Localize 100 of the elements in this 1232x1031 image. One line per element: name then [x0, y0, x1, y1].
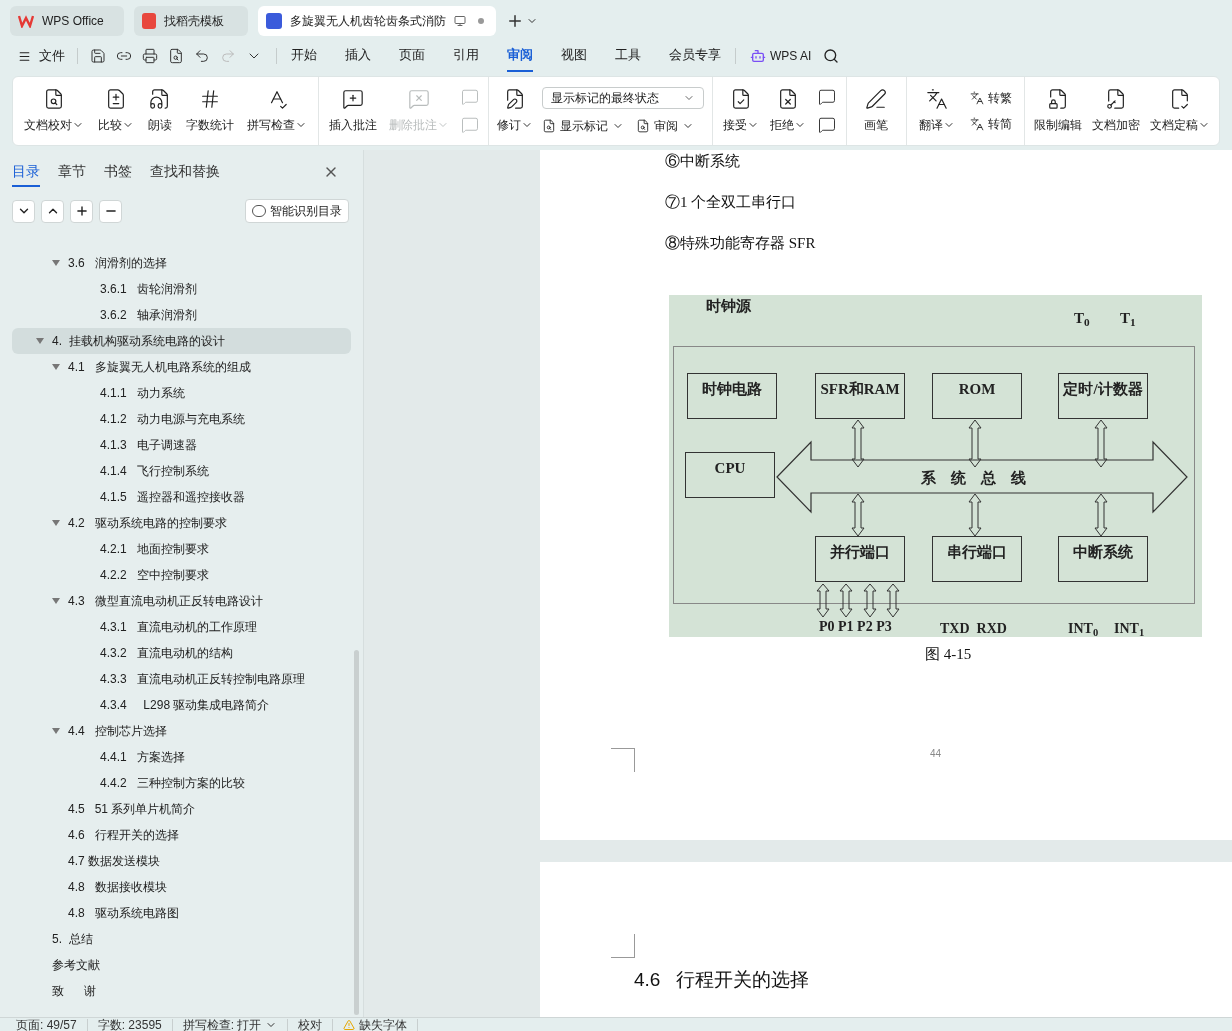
ribbon-button[interactable]: 字数统计 [185, 88, 234, 134]
toc-item[interactable]: 5. 总结 [12, 926, 351, 952]
toc-item[interactable]: 3.6.2 轴承润滑剂 [12, 302, 351, 328]
ribbon-button[interactable]: 翻译 [918, 88, 955, 134]
undo-icon[interactable] [194, 48, 210, 64]
ribbon-button[interactable]: 接受 [722, 88, 759, 134]
toc-tool-button[interactable] [12, 199, 35, 223]
status-button[interactable]: 字数: 23595 [97, 1019, 162, 1031]
ribbon-tab[interactable]: 插入 [345, 40, 371, 72]
toc-item[interactable]: 4.3.4 L298 驱动集成电路简介 [12, 692, 351, 718]
ribbon-button[interactable]: 拒绝 [770, 88, 807, 134]
toc-item[interactable]: 4. 挂载机构驱动系统电路的设计 [12, 328, 351, 354]
timer-label: T$_{0}$ [1074, 309, 1090, 330]
toc-item[interactable]: 4.8 数据接收模块 [12, 874, 351, 900]
new-tab-icon[interactable] [506, 12, 524, 30]
toc-item[interactable]: 4.2 驱动系统电路的控制要求 [12, 510, 351, 536]
toc-item[interactable]: 4.1.3 电子调速器 [12, 432, 351, 458]
ribbon-tab[interactable]: 开始 [291, 40, 317, 72]
document-tab[interactable]: WPS Office [10, 6, 124, 36]
status-button[interactable]: 校对 [298, 1019, 323, 1031]
toc-item[interactable]: 4.3.3 直流电动机正反转控制电路原理 [12, 666, 351, 692]
next-comment-icon[interactable] [818, 116, 837, 134]
toc-item[interactable]: 4.4 控制芯片选择 [12, 718, 351, 744]
toc-item[interactable]: 4.2.2 空中控制要求 [12, 562, 351, 588]
insert-comment-icon [342, 88, 365, 110]
toc-item[interactable]: 4.8 驱动系统电路图 [12, 900, 351, 926]
toc-tool-button[interactable] [99, 199, 122, 223]
ribbon-tab[interactable]: 会员专享 [669, 40, 721, 72]
tab-title: WPS Office [42, 13, 104, 30]
expanded-triangle-icon[interactable] [52, 597, 60, 605]
ribbon-button[interactable]: 画笔 [864, 88, 889, 134]
expanded-triangle-icon[interactable] [52, 363, 60, 371]
toc-item[interactable]: 4.7 数据发送模块 [12, 848, 351, 874]
ribbon-button[interactable]: 拼写检查 [247, 88, 308, 134]
toc-item[interactable]: 4.1.2 动力电源与充电系统 [12, 406, 351, 432]
ribbon-tab[interactable]: 引用 [453, 40, 479, 72]
smart-toc-button[interactable]: 智能识别目录 [245, 199, 349, 223]
toc-item[interactable]: 4.6 行程开关的选择 [12, 822, 351, 848]
ribbon-button[interactable]: 比较 [97, 88, 134, 134]
toc-item[interactable]: 4.4.2 三种控制方案的比较 [12, 770, 351, 796]
ribbon-button[interactable]: 修订 [497, 88, 534, 134]
diagram-block: 中断系统 [1058, 536, 1148, 582]
save-icon[interactable] [90, 48, 106, 64]
ribbon-button[interactable]: 朗读 [147, 88, 172, 134]
expanded-triangle-icon[interactable] [52, 259, 60, 267]
sidebar-tab[interactable]: 书签 [104, 157, 132, 187]
toc-item[interactable]: 4.5 51 系列单片机简介 [12, 796, 351, 822]
add-icon [74, 204, 89, 218]
toc-item[interactable]: 4.3.1 直流电动机的工作原理 [12, 614, 351, 640]
sidebar-tab[interactable]: 查找和替换 [150, 157, 220, 187]
toc-item[interactable]: 致 谢 [12, 978, 351, 1004]
status-button[interactable]: 缺失字体 [359, 1019, 408, 1031]
toc-item[interactable]: 参考文献 [12, 952, 351, 978]
ribbon-button[interactable]: 转简 [970, 115, 1013, 133]
ribbon-button[interactable]: 显示标记 [541, 117, 624, 135]
expanded-triangle-icon[interactable] [52, 519, 60, 527]
ribbon-button[interactable]: 插入批注 [329, 88, 378, 134]
print-preview-icon[interactable] [168, 48, 184, 64]
sidebar-tab[interactable]: 目录 [12, 157, 40, 187]
ribbon-button[interactable]: 限制编辑 [1034, 88, 1083, 134]
pen-icon [865, 88, 888, 110]
document-tab[interactable]: 找稻壳模板 [134, 6, 248, 36]
tab-title: 找稻壳模板 [164, 13, 224, 30]
file-menu[interactable]: 文件 [18, 46, 65, 66]
scrollbar[interactable] [354, 650, 359, 1015]
ribbon-tab[interactable]: 视图 [561, 40, 587, 72]
toc-item[interactable]: 4.1 多旋翼无人机电路系统的组成 [12, 354, 351, 380]
ribbon-tab[interactable]: 审阅 [507, 40, 533, 72]
document-tab[interactable]: 多旋翼无人机齿轮齿条式消防 [258, 6, 496, 36]
search-icon[interactable] [823, 48, 840, 64]
ribbon-tab[interactable]: 工具 [615, 40, 641, 72]
markup-select[interactable]: 显示标记的最终状态 [541, 87, 704, 109]
ribbon-button[interactable]: 转繁 [970, 89, 1013, 107]
print-icon[interactable] [142, 48, 158, 64]
toc-item[interactable]: 4.2.1 地面控制要求 [12, 536, 351, 562]
wps-ai-button[interactable]: WPS AI [750, 47, 812, 65]
ribbon-button[interactable]: 文档校对 [23, 88, 84, 134]
sidebar-tab[interactable]: 章节 [58, 157, 86, 187]
toc-item[interactable]: 3.6.1 齿轮润滑剂 [12, 276, 351, 302]
toc-item[interactable]: 4.3.2 直流电动机的结构 [12, 640, 351, 666]
status-button[interactable]: 页面: 49/57 [16, 1019, 77, 1031]
toc-tool-button[interactable] [41, 199, 64, 223]
toc-item[interactable]: 4.3 微型直流电动机正反转电路设计 [12, 588, 351, 614]
warning-icon [343, 1019, 356, 1031]
ribbon-tab[interactable]: 页面 [399, 40, 425, 72]
ribbon-button[interactable]: 文档定稿 [1150, 88, 1211, 134]
expanded-triangle-icon[interactable] [52, 727, 60, 735]
writer-logo-icon [266, 13, 282, 29]
ribbon-button[interactable]: 审阅 [635, 117, 694, 135]
toc-item[interactable]: 4.1.4 飞行控制系统 [12, 458, 351, 484]
previous-comment-icon[interactable] [818, 88, 837, 106]
ribbon-button[interactable]: 文档加密 [1092, 88, 1141, 134]
toc-item[interactable]: 4.1.1 动力系统 [12, 380, 351, 406]
toc-item[interactable]: 4.1.5 遥控器和遥控接收器 [12, 484, 351, 510]
toc-item[interactable]: 3.6 润滑剂的选择 [12, 250, 351, 276]
status-button[interactable]: 拼写检查: 打开 [182, 1019, 278, 1031]
toc-tool-button[interactable] [70, 199, 93, 223]
toc-item[interactable]: 4.4.1 方案选择 [12, 744, 351, 770]
expanded-triangle-icon[interactable] [36, 337, 44, 345]
clock-source-label: 时钟源 [706, 297, 751, 316]
